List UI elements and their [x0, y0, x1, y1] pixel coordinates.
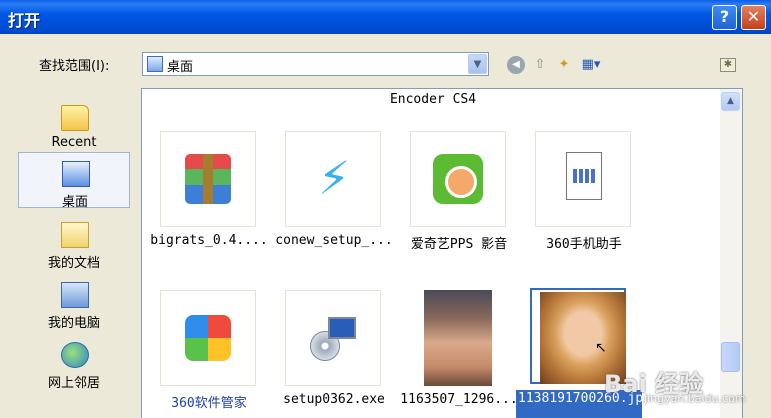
- file-thumbnail: [535, 131, 631, 227]
- mouse-cursor-icon: ↖: [595, 340, 607, 356]
- place-recent[interactable]: Recent: [18, 97, 130, 153]
- desktop-shortcut-icon[interactable]: ✱: [720, 58, 736, 72]
- place-my-documents[interactable]: 我的文档: [18, 214, 130, 271]
- desktop-icon: [62, 161, 90, 187]
- help-button[interactable]: ?: [712, 5, 737, 30]
- generic-file-icon: [566, 152, 602, 200]
- look-in-label: 查找范围(I):: [39, 59, 110, 74]
- place-desktop[interactable]: 桌面: [18, 152, 130, 210]
- file-name: bigrats_0.4....: [150, 233, 268, 248]
- place-label: 我的电脑: [47, 316, 100, 331]
- file-thumbnail: [285, 290, 381, 386]
- chevron-down-icon[interactable]: ▼: [468, 54, 487, 74]
- file-thumbnail: [160, 290, 256, 386]
- window-title: 打开: [8, 11, 41, 30]
- file-name: 360软件管家: [171, 396, 247, 411]
- photo-thumbnail: [424, 290, 492, 386]
- file-thumbnail: [410, 290, 506, 386]
- file-name: 1163507_1296...: [400, 392, 518, 407]
- place-network[interactable]: 网上邻居: [18, 334, 130, 391]
- scroll-up-icon[interactable]: ▲: [721, 92, 740, 111]
- back-arrow-icon[interactable]: ◀: [507, 56, 525, 74]
- 360-app-icon: [185, 315, 231, 361]
- my-documents-icon: [61, 222, 89, 248]
- look-in-value: 桌面: [167, 60, 194, 75]
- file-thumbnail: [410, 131, 506, 227]
- place-label: 我的文档: [47, 256, 100, 271]
- vertical-scrollbar[interactable]: ▲: [720, 89, 742, 418]
- up-folder-icon[interactable]: ⇧: [531, 56, 549, 74]
- recent-folder-icon: [61, 105, 89, 131]
- scroll-thumb[interactable]: [721, 342, 740, 372]
- desktop-icon: [147, 56, 163, 72]
- place-my-computer[interactable]: 我的电脑: [18, 274, 130, 331]
- paw-app-icon: ⚡: [317, 151, 351, 205]
- close-button[interactable]: ✕: [741, 5, 766, 30]
- file-name: 爱奇艺PPS 影音: [410, 237, 508, 252]
- file-name: 360手机助手: [546, 237, 622, 252]
- network-icon: [61, 342, 89, 368]
- place-label: 网上邻居: [47, 376, 100, 391]
- watermark-url: jingyan.baidu.com: [644, 392, 746, 405]
- places-bar: Recent 桌面 我的文档 我的电脑 网上邻居: [15, 89, 132, 418]
- place-label: Recent: [51, 135, 97, 150]
- winrar-archive-icon: [185, 154, 231, 204]
- my-computer-icon: [61, 282, 89, 308]
- title-bar[interactable]: 打开 ? ✕: [0, 0, 771, 34]
- iqiyi-app-icon: [433, 154, 483, 204]
- file-name: conew_setup_...: [275, 233, 393, 248]
- look-in-dropdown[interactable]: 桌面 ▼: [142, 52, 489, 76]
- new-folder-icon[interactable]: ✦: [555, 56, 573, 74]
- file-name: setup0362.exe: [283, 392, 385, 407]
- file-thumbnail: [160, 131, 256, 227]
- place-label: 桌面: [61, 195, 88, 210]
- group-header: Encoder CS4: [389, 92, 477, 107]
- setup-installer-icon: [310, 317, 358, 361]
- view-menu-icon[interactable]: ▦▾: [578, 56, 604, 74]
- file-thumbnail: ⚡: [285, 131, 381, 227]
